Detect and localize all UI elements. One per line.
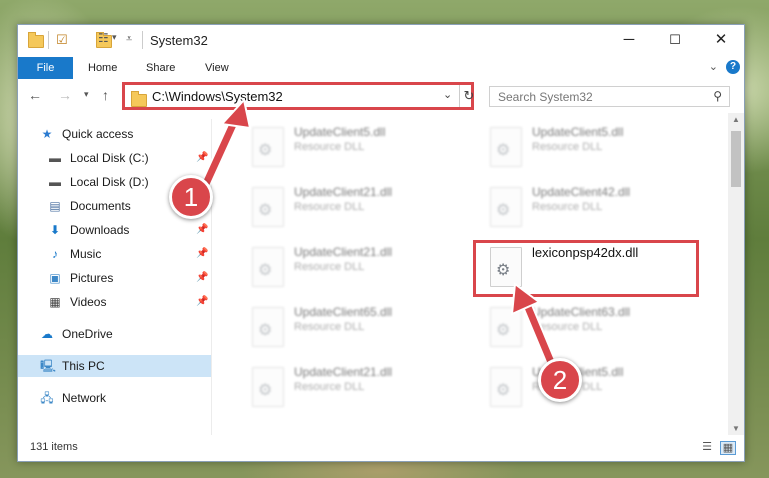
arrow-1-icon xyxy=(199,97,252,192)
annotation-arrows xyxy=(199,97,559,373)
step-1-badge: 1 xyxy=(169,175,213,219)
arrow-2-icon xyxy=(510,282,559,373)
step-2-badge: 2 xyxy=(538,358,582,402)
